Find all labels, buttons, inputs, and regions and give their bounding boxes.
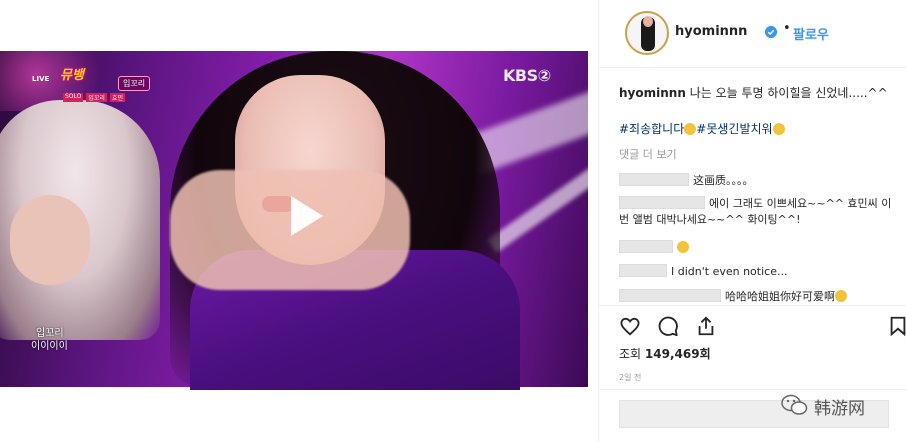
wechat-icon bbox=[781, 394, 808, 415]
follow-button[interactable]: 팔로우 bbox=[793, 24, 829, 43]
separator-dot: • bbox=[783, 21, 791, 36]
comment-text: 这画质。。。。 bbox=[693, 174, 754, 187]
live-badge: LIVE bbox=[32, 75, 50, 83]
stage-light-beam bbox=[487, 165, 588, 253]
sub-label: 입꼬리 bbox=[86, 93, 107, 102]
comment: I didn't even notice... bbox=[619, 264, 787, 278]
bookmark-icon[interactable] bbox=[887, 315, 906, 337]
comment: 哈哈哈姐姐你好可爱啊 bbox=[619, 288, 847, 304]
post-timestamp: 2일 전 bbox=[619, 373, 642, 382]
avatar[interactable] bbox=[625, 11, 669, 55]
blurred-username bbox=[619, 264, 667, 277]
avatar-head bbox=[643, 16, 653, 27]
post-caption: hyominnn 나는 오늘 투명 하이힐을 신었네.....^^ bbox=[619, 84, 889, 102]
caption-username[interactable]: hyominnn bbox=[619, 86, 686, 100]
video-sub-labels: SOLO 입꼬리 효민 bbox=[63, 93, 125, 102]
crying-emoji-icon bbox=[684, 123, 697, 135]
hashtag-link[interactable]: #못생긴발치워 bbox=[696, 122, 772, 136]
comment: 에이 그래도 이쁘세요~~^^ 효민씨 이번 앨범 대박나세요~~^^ 화이팅^… bbox=[619, 196, 901, 228]
hashtag-link[interactable]: #죄송합니다 bbox=[619, 122, 684, 136]
comment-text: 哈哈哈姐姐你好可爱啊 bbox=[725, 290, 835, 303]
play-icon[interactable] bbox=[271, 184, 335, 248]
show-logo: 뮤뱅 bbox=[60, 68, 84, 83]
video-caption-line: 이이이이 bbox=[31, 341, 68, 352]
caption-text: 나는 오늘 투명 하이힐을 신었네.....^^ bbox=[689, 86, 888, 100]
view-comments-link[interactable]: 댓글 더 보기 bbox=[619, 146, 677, 162]
sub-label: SOLO bbox=[63, 93, 84, 102]
share-icon[interactable] bbox=[695, 315, 717, 337]
comment-text: I didn't even notice... bbox=[671, 265, 788, 278]
comment bbox=[619, 240, 689, 254]
blurred-username bbox=[619, 173, 689, 186]
song-title-badge: 입꼬리 bbox=[118, 76, 151, 91]
blurred-username bbox=[619, 289, 721, 302]
username-link[interactable]: hyominnn bbox=[675, 24, 747, 39]
post-panel: hyominnn • 팔로우 hyominnn 나는 오늘 투명 하이힐을 신었… bbox=[598, 0, 906, 442]
caption-hashtags: #죄송합니다 #못생긴발치워 bbox=[619, 120, 785, 137]
watermark-text: 韩游网 bbox=[814, 399, 865, 419]
heart-icon[interactable] bbox=[619, 315, 641, 337]
grin-emoji-icon bbox=[835, 290, 847, 302]
blurred-username bbox=[619, 196, 705, 209]
comment-icon[interactable] bbox=[657, 315, 679, 337]
verified-badge-icon bbox=[765, 26, 777, 38]
crying-emoji-icon bbox=[772, 123, 785, 135]
post-actions bbox=[599, 305, 906, 345]
broadcaster-logo: KBS② bbox=[503, 66, 551, 85]
view-count-label: 조회 bbox=[619, 347, 642, 361]
performer-left-face bbox=[10, 195, 90, 285]
heart-eyes-emoji-icon bbox=[677, 241, 689, 253]
blurred-username bbox=[619, 240, 673, 253]
sub-label: 효민 bbox=[109, 93, 125, 102]
watermark: 韩游网 bbox=[780, 392, 900, 420]
post-header: hyominnn • 팔로우 bbox=[599, 0, 906, 68]
view-count: 조회 149,469회 bbox=[619, 345, 711, 362]
comment: 这画质。。。。 bbox=[619, 172, 754, 188]
view-count-value: 149,469회 bbox=[644, 347, 711, 361]
